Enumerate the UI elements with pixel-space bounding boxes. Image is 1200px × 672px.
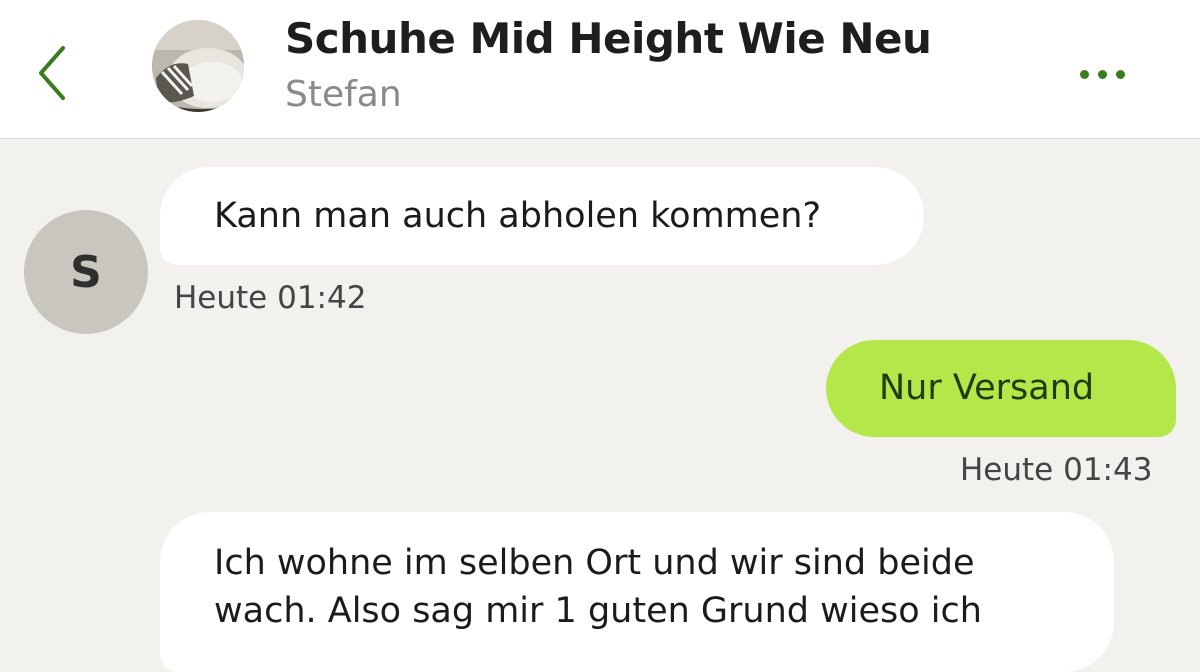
chat-header: Schuhe Mid Height Wie Neu Stefan	[0, 0, 1200, 139]
message-timestamp: Heute 01:42	[174, 280, 367, 316]
chevron-left-icon	[39, 46, 65, 100]
message-timestamp: Heute 01:43	[960, 452, 1153, 488]
seller-name: Stefan	[285, 74, 402, 115]
more-options-button[interactable]	[1064, 52, 1140, 96]
message-bubble-incoming[interactable]: Kann man auch abholen kommen?	[160, 167, 924, 265]
more-horizontal-icon-dot	[1115, 69, 1125, 79]
listing-title[interactable]: Schuhe Mid Height Wie Neu	[285, 14, 932, 63]
message-bubble-outgoing[interactable]: Nur Versand	[826, 340, 1176, 437]
more-horizontal-icon-dot	[1097, 69, 1107, 79]
back-button[interactable]	[22, 38, 82, 108]
shoe-image	[152, 20, 244, 112]
listing-thumbnail[interactable]	[152, 20, 244, 112]
message-bubble-incoming[interactable]: Ich wohne im selben Ort und wir sind bei…	[160, 512, 1114, 672]
contact-avatar[interactable]: S	[24, 210, 148, 334]
more-horizontal-icon	[1079, 69, 1089, 79]
